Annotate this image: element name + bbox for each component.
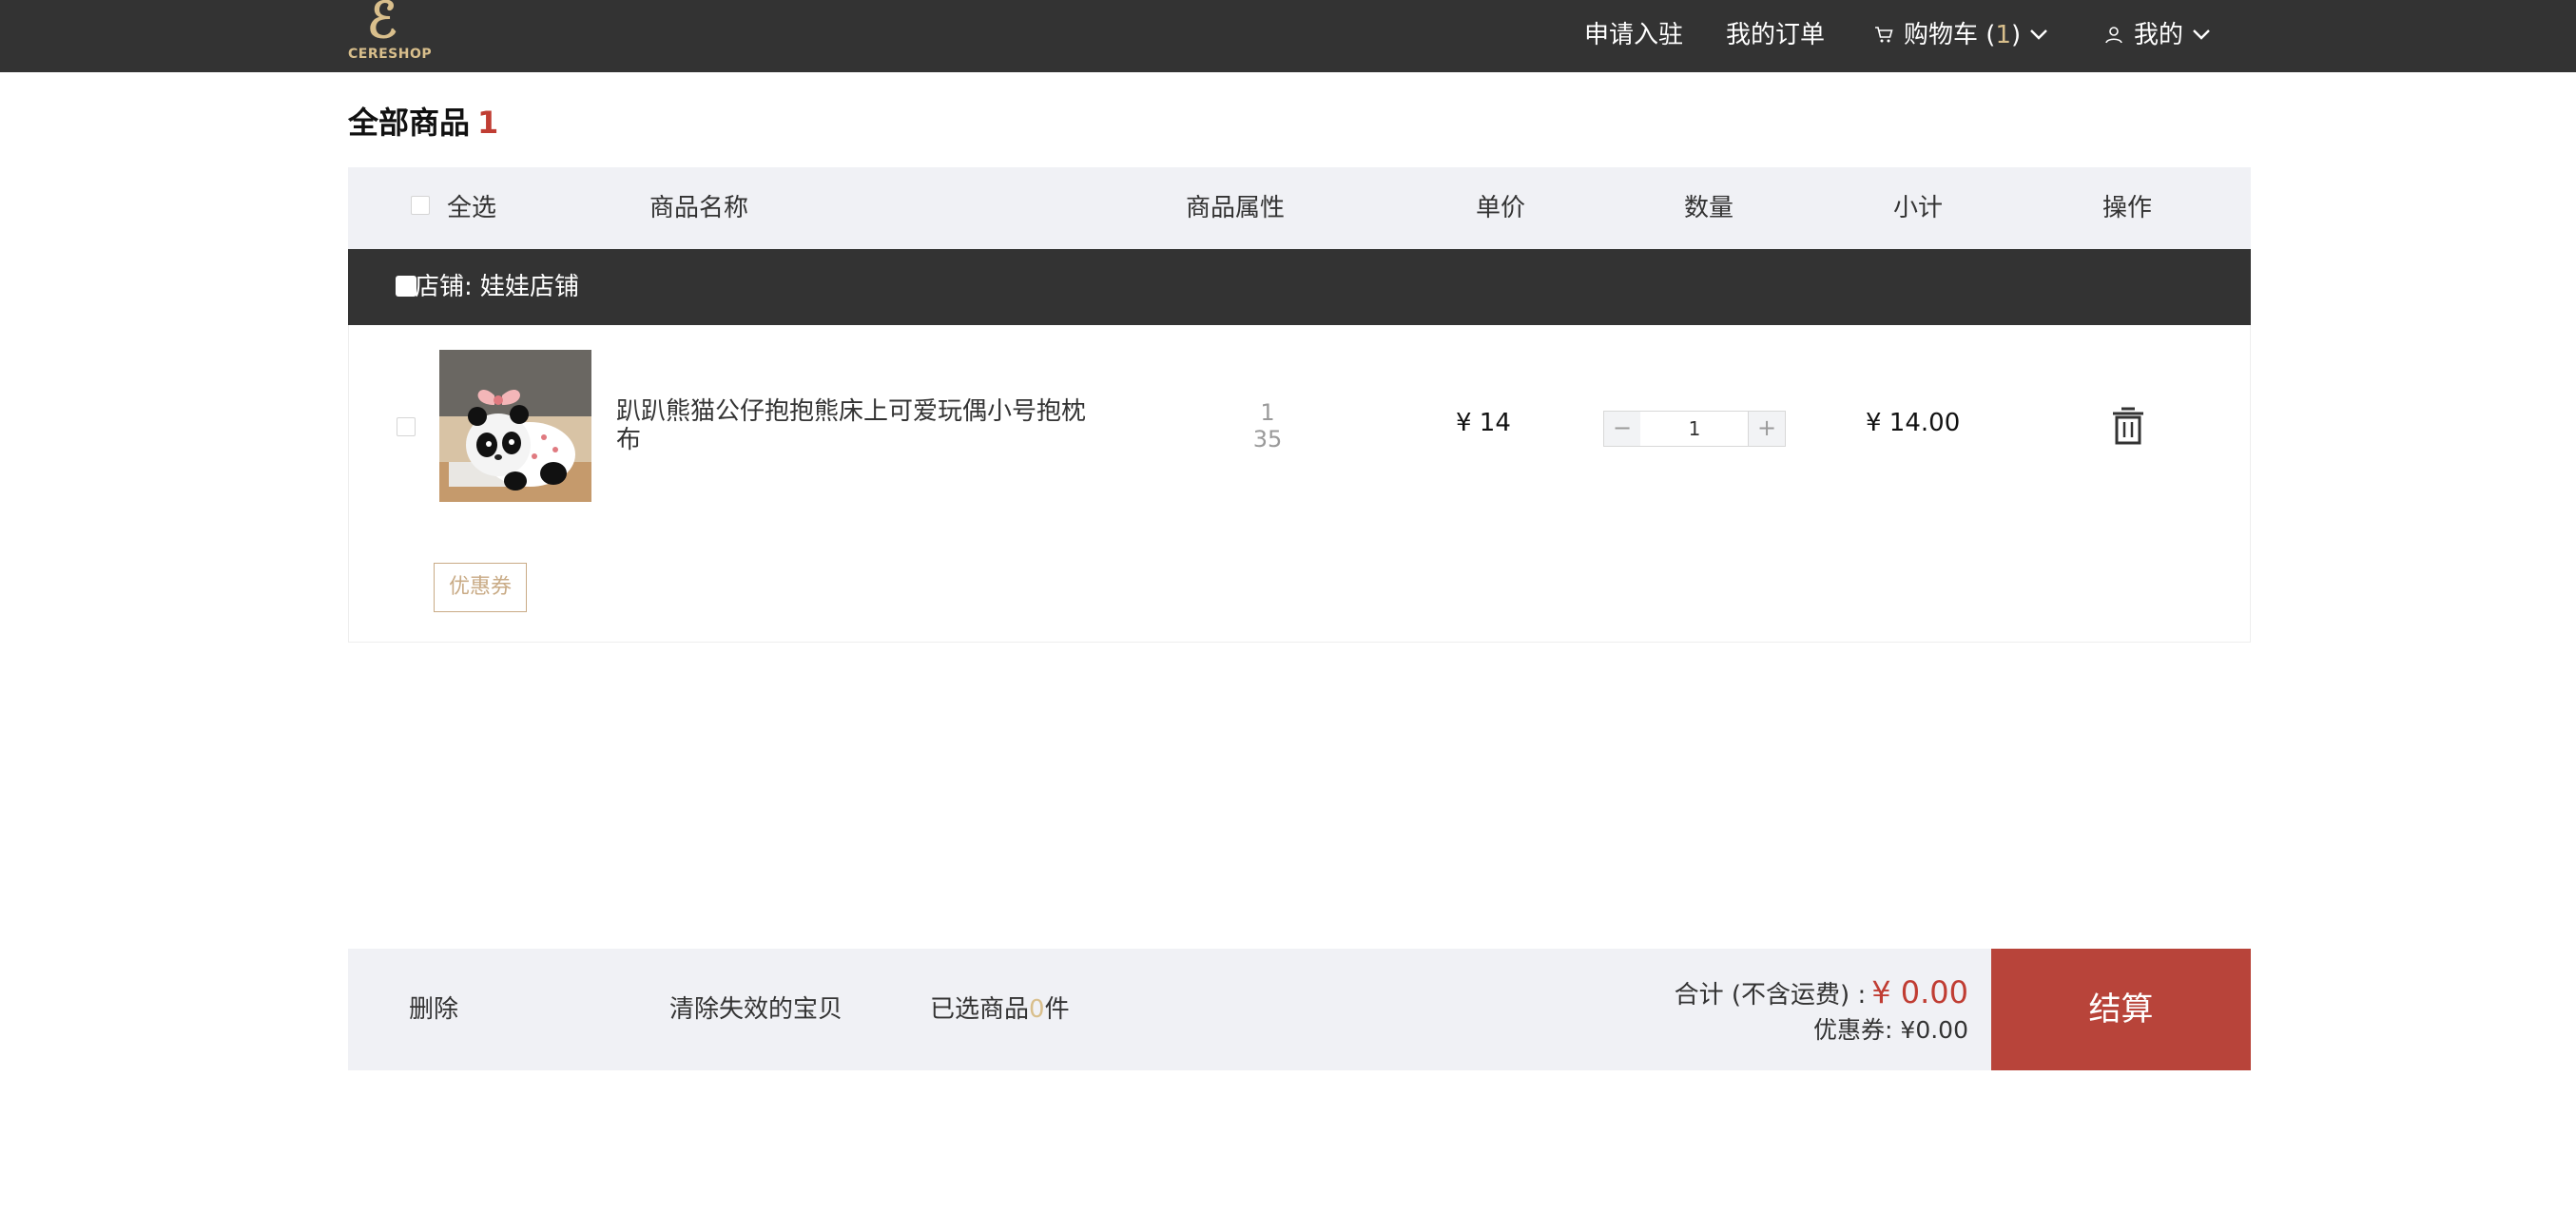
trash-icon[interactable] — [2110, 407, 2146, 445]
selected-suffix: 件 — [1044, 995, 1070, 1024]
item-subtotal: ¥ 14.00 — [1866, 409, 1961, 437]
cart-count-badge: 1 — [1995, 21, 2011, 49]
clear-invalid-button[interactable]: 清除失效的宝贝 — [669, 949, 843, 1070]
cart-item-group: 趴趴熊猫公仔抱抱熊床上可爱玩偶小号抱枕布 1 35 ¥ 14 − + ¥ 14.… — [348, 325, 2251, 643]
chevron-down-icon — [2030, 29, 2047, 40]
order-totals: 合计 (不含运费) : ¥ 0.00 优惠券: ¥0.00 — [1675, 973, 1968, 1047]
delete-selected-button[interactable]: 删除 — [409, 949, 458, 1070]
nav-cart-close-paren: ) — [2010, 21, 2022, 49]
select-all-label[interactable]: 全选 — [447, 167, 496, 249]
cart-table-header: 全选 商品名称 商品属性 单价 数量 小计 操作 — [348, 167, 2251, 249]
chevron-down-icon — [2193, 29, 2210, 40]
quantity-decrease-button[interactable]: − — [1604, 412, 1641, 446]
column-header-attributes: 商品属性 — [1186, 194, 1286, 222]
nav-cart-label: 购物车 — [1904, 21, 1979, 49]
total-amount: ¥ 0.00 — [1871, 974, 1968, 1010]
item-attribute-line: 1 — [1260, 399, 1275, 426]
total-label: 合计 (不含运费) : — [1674, 981, 1867, 1010]
column-header-quantity: 数量 — [1684, 194, 1734, 222]
quantity-input[interactable] — [1640, 412, 1749, 446]
shop-select-checkbox[interactable] — [396, 276, 416, 297]
item-unit-price: ¥ 14 — [1456, 409, 1511, 437]
column-header-name: 商品名称 — [649, 194, 749, 222]
page-title-label: 全部商品 — [348, 105, 471, 141]
item-attributes: 1 35 — [1239, 399, 1296, 452]
shop-group-header: 店铺: 娃娃店铺 — [348, 249, 2251, 325]
quantity-stepper: − + — [1603, 411, 1786, 447]
cereshop-logo[interactable]: ℰ CERESHOP — [348, 0, 432, 67]
user-icon — [2105, 27, 2122, 44]
item-select-checkbox[interactable] — [397, 417, 416, 436]
page-title: 全部商品 1 — [348, 99, 498, 143]
cart-summary-bar: 删除 清除失效的宝贝 已选商品0件 合计 (不含运费) : ¥ 0.00 优惠券:… — [348, 949, 2251, 1070]
logo-mark: ℰ — [367, 0, 397, 49]
top-navigation-bar: ℰ CERESHOP 申请入驻 我的订单 购物车 (1) 我的 — [0, 0, 2576, 72]
coupon-discount: 优惠券: ¥0.00 — [1813, 1016, 1968, 1044]
logo-wordmark: CERESHOP — [348, 47, 433, 62]
select-all-checkbox[interactable] — [411, 196, 430, 215]
nav-mine-label: 我的 — [2134, 21, 2184, 49]
panda-plush-image[interactable] — [439, 350, 591, 502]
nav-my-account-dropdown[interactable]: 我的 — [2103, 16, 2212, 54]
checkout-button[interactable]: 结算 — [1991, 949, 2251, 1070]
nav-cart-dropdown[interactable]: 购物车 (1) — [1873, 16, 2049, 54]
nav-apply-merchant[interactable]: 申请入驻 — [1584, 16, 1683, 54]
item-name[interactable]: 趴趴熊猫公仔抱抱熊床上可爱玩偶小号抱枕布 — [616, 397, 1092, 454]
page-title-count: 1 — [477, 105, 499, 141]
nav-cart-open-paren: ( — [1978, 21, 1996, 49]
coupon-button[interactable]: 优惠券 — [434, 563, 527, 612]
column-header-unit-price: 单价 — [1476, 194, 1526, 222]
nav-my-orders[interactable]: 我的订单 — [1726, 16, 1825, 54]
selected-items-summary: 已选商品0件 — [930, 949, 1070, 1070]
cart-icon — [1875, 27, 1893, 43]
shop-name: 店铺: 娃娃店铺 — [415, 273, 580, 301]
column-header-actions: 操作 — [2102, 194, 2153, 222]
column-header-subtotal: 小计 — [1893, 194, 1944, 222]
item-attribute-line: 35 — [1252, 426, 1283, 452]
quantity-increase-button[interactable]: + — [1748, 412, 1785, 446]
selected-count: 0 — [1029, 995, 1045, 1024]
selected-prefix: 已选商品 — [930, 995, 1030, 1024]
